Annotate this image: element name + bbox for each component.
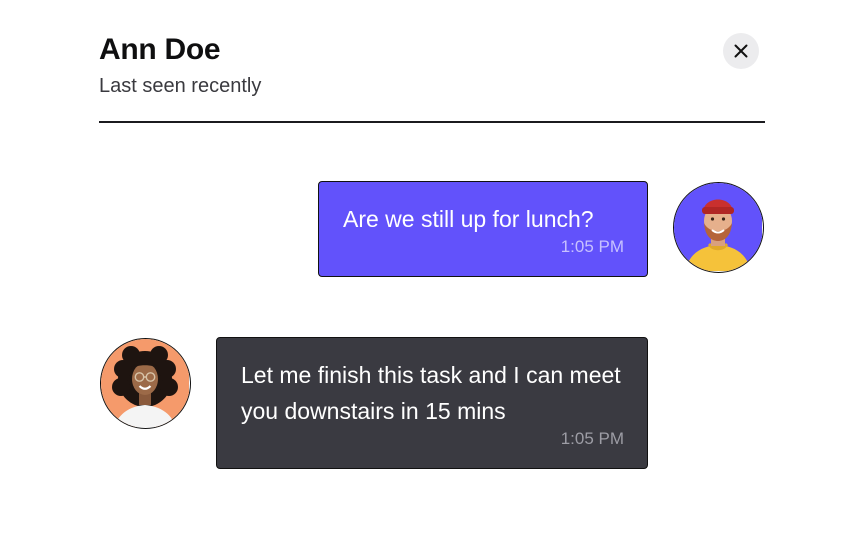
contact-name: Ann Doe [99,33,221,66]
message-time: 1:05 PM [560,429,624,448]
close-button[interactable] [723,33,759,69]
man-avatar[interactable] [673,182,764,273]
message-text: Are we still up for lunch? [343,206,594,232]
message-time: 1:05 PM [560,237,624,256]
message-text: Let me finish this task and I can meet y… [241,362,621,424]
close-icon [734,44,748,58]
last-seen-status: Last seen recently [99,75,262,97]
woman-avatar[interactable] [100,338,191,429]
message-bubble-outgoing[interactable]: Are we still up for lunch? 1:05 PM [318,181,648,277]
message-bubble-incoming[interactable]: Let me finish this task and I can meet y… [216,337,648,469]
header-divider [99,121,765,123]
